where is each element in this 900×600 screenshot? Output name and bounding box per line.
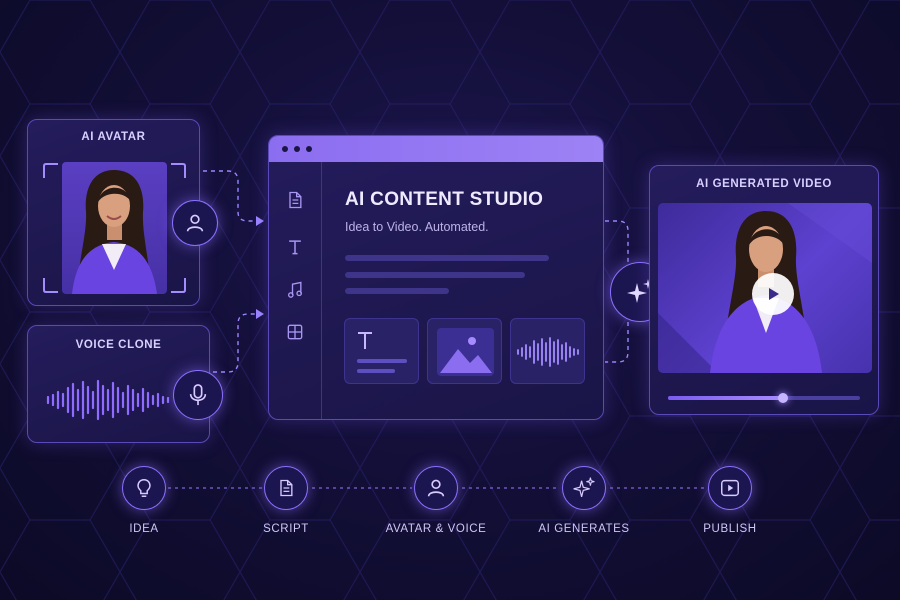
step-script[interactable] — [264, 466, 308, 510]
step-avatar-voice[interactable] — [414, 466, 458, 510]
step-label-idea: IDEA — [129, 523, 159, 535]
step-ai-generates[interactable] — [562, 466, 606, 510]
step-publish[interactable] — [708, 466, 752, 510]
sparkles-icon — [573, 477, 595, 497]
document-icon — [280, 479, 293, 497]
lightbulb-icon — [137, 479, 151, 497]
play-icon — [721, 479, 739, 497]
step-label-script: SCRIPT — [263, 523, 309, 535]
pipeline-connectors — [168, 487, 706, 489]
step-label-publish: PUBLISH — [703, 523, 757, 535]
step-idea[interactable] — [122, 466, 166, 510]
user-icon — [427, 479, 445, 497]
step-label-avatar-voice: AVATAR & VOICE — [385, 523, 487, 535]
step-label-ai-generates: AI GENERATES — [538, 523, 630, 535]
